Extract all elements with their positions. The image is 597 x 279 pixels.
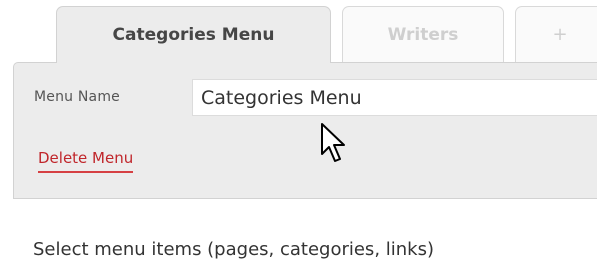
instructions-text: Select menu items (pages, categories, li… [33, 239, 434, 260]
add-menu-tab[interactable]: + [515, 6, 597, 62]
plus-icon: + [552, 24, 568, 45]
menu-editor: Categories Menu Writers + Menu Name Dele… [0, 0, 597, 279]
tab-categories-menu[interactable]: Categories Menu [56, 6, 331, 63]
tab-label: Writers [387, 24, 459, 45]
delete-menu-link[interactable]: Delete Menu [38, 149, 134, 173]
tab-label: Categories Menu [112, 25, 275, 45]
menu-name-input[interactable] [192, 79, 597, 116]
mouse-pointer-icon [321, 123, 345, 162]
tab-writers[interactable]: Writers [342, 6, 504, 62]
menu-name-label: Menu Name [34, 89, 120, 105]
